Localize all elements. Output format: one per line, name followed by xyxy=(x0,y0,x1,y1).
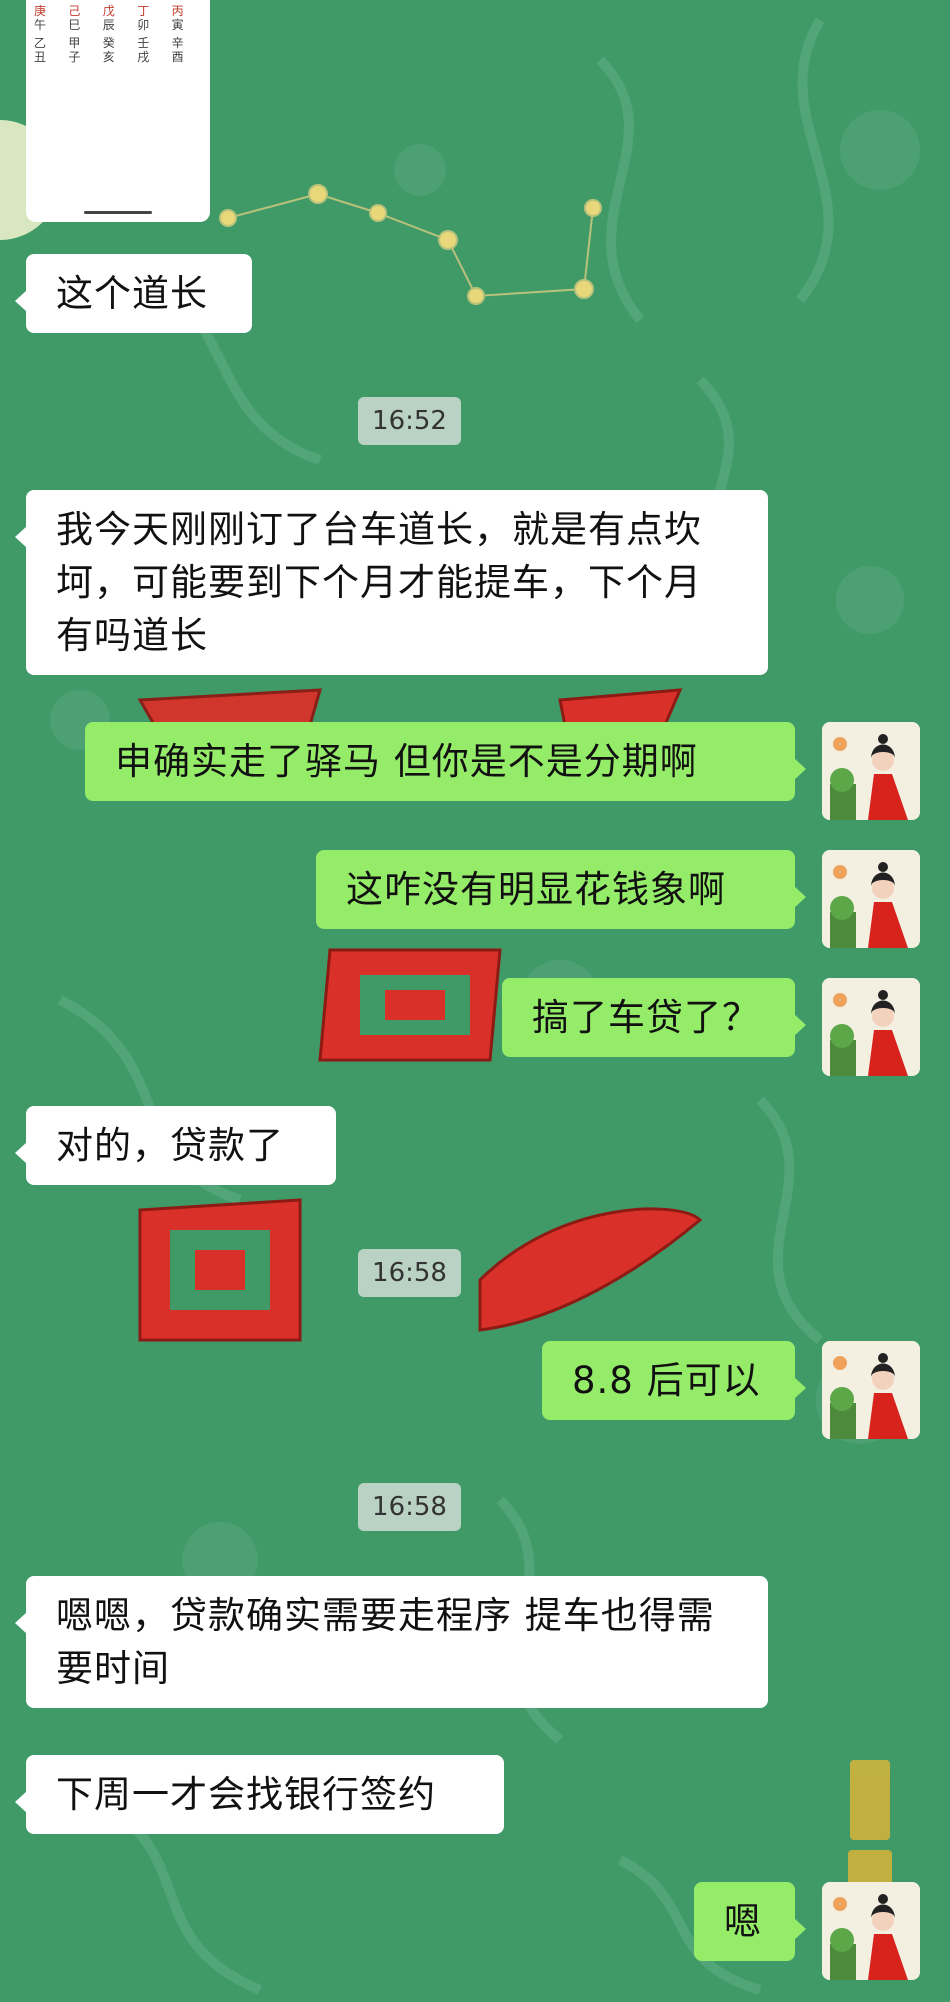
incoming-message[interactable]: 对的，贷款了 xyxy=(15,1106,336,1185)
thumb-cell: 癸亥 xyxy=(101,36,135,64)
outgoing-message[interactable]: 8.8 后可以 xyxy=(542,1341,806,1420)
thumb-char: 丁 xyxy=(137,4,150,18)
thumb-char: 卯 xyxy=(137,18,150,32)
thumb-char: 午 xyxy=(34,18,47,32)
thumb-char: 壬 xyxy=(137,36,150,50)
avatar[interactable] xyxy=(822,978,920,1076)
thumb-cell: 戊辰 xyxy=(101,4,135,32)
thumb-cell: 丁卯 xyxy=(135,4,169,32)
thumbnail-grid: 庚午 己巳 戊辰 丁卯 丙寅 乙丑 甲子 癸亥 壬戌 辛酉 xyxy=(32,4,204,64)
avatar-woman-red-hanfu-icon xyxy=(822,850,920,948)
thumb-char: 巳 xyxy=(68,18,81,32)
message-text: 这咋没有明显花钱象啊 xyxy=(346,868,726,911)
outgoing-message[interactable]: 申确实走了驿马 但你是不是分期啊 xyxy=(85,722,806,801)
thumb-char: 丙 xyxy=(171,4,184,18)
thumb-char: 乙 xyxy=(34,36,47,50)
message-text: 对的，贷款了 xyxy=(56,1124,284,1167)
thumb-char: 子 xyxy=(68,50,81,64)
thumb-cell: 辛酉 xyxy=(170,36,204,64)
thumb-char: 辰 xyxy=(102,18,115,32)
thumb-cell: 甲子 xyxy=(66,36,100,64)
incoming-message[interactable]: 下周一才会找银行签约 xyxy=(15,1755,504,1834)
avatar[interactable] xyxy=(822,850,920,948)
thumb-char: 戌 xyxy=(137,50,150,64)
outgoing-message[interactable]: 这咋没有明显花钱象啊 xyxy=(316,850,806,929)
thumb-char: 寅 xyxy=(171,18,184,32)
avatar-woman-red-hanfu-icon xyxy=(822,978,920,1076)
thumb-char: 酉 xyxy=(171,50,184,64)
avatar[interactable] xyxy=(822,722,920,820)
outgoing-message[interactable]: 嗯 xyxy=(694,1882,806,1961)
thumb-char: 戊 xyxy=(102,4,115,18)
message-text: 嗯嗯，贷款确实需要走程序 提车也得需要时间 xyxy=(56,1594,715,1690)
message-text: 下周一才会找银行签约 xyxy=(56,1773,436,1816)
thumbnail-bar xyxy=(84,211,152,214)
incoming-message[interactable]: 嗯嗯，贷款确实需要走程序 提车也得需要时间 xyxy=(15,1576,768,1708)
timestamp: 16:58 xyxy=(358,1483,461,1531)
thumb-cell: 庚午 xyxy=(32,4,66,32)
message-text: 嗯 xyxy=(724,1900,762,1943)
thumb-char: 亥 xyxy=(102,50,115,64)
thumb-char: 辛 xyxy=(171,36,184,50)
message-text: 搞了车贷了？ xyxy=(532,996,760,1039)
outgoing-message[interactable]: 搞了车贷了？ xyxy=(502,978,806,1057)
thumb-cell: 壬戌 xyxy=(135,36,169,64)
incoming-message[interactable]: 这个道长 xyxy=(15,254,252,333)
avatar-woman-red-hanfu-icon xyxy=(822,1341,920,1439)
thumb-cell: 丙寅 xyxy=(170,4,204,32)
thumb-cell: 乙丑 xyxy=(32,36,66,64)
message-text: 申确实走了驿马 但你是不是分期啊 xyxy=(115,740,698,783)
avatar-woman-red-hanfu-icon xyxy=(822,722,920,820)
avatar-woman-red-hanfu-icon xyxy=(822,1882,920,1980)
thumb-cell: 己巳 xyxy=(66,4,100,32)
thumb-char: 甲 xyxy=(68,36,81,50)
message-text: 这个道长 xyxy=(56,272,208,315)
shared-image-thumbnail[interactable]: 庚午 己巳 戊辰 丁卯 丙寅 乙丑 甲子 癸亥 壬戌 辛酉 xyxy=(26,0,210,222)
timestamp: 16:52 xyxy=(358,397,461,445)
timestamp: 16:58 xyxy=(358,1249,461,1297)
thumb-char: 己 xyxy=(68,4,81,18)
message-text: 8.8 后可以 xyxy=(572,1359,761,1402)
avatar[interactable] xyxy=(822,1882,920,1980)
avatar[interactable] xyxy=(822,1341,920,1439)
message-text: 我今天刚刚订了台车道长，就是有点坎坷，可能要到下个月才能提车，下个月有吗道长 xyxy=(56,508,702,657)
incoming-message[interactable]: 我今天刚刚订了台车道长，就是有点坎坷，可能要到下个月才能提车，下个月有吗道长 xyxy=(15,490,768,675)
thumb-char: 癸 xyxy=(102,36,115,50)
thumb-char: 庚 xyxy=(34,4,47,18)
thumb-char: 丑 xyxy=(34,50,47,64)
